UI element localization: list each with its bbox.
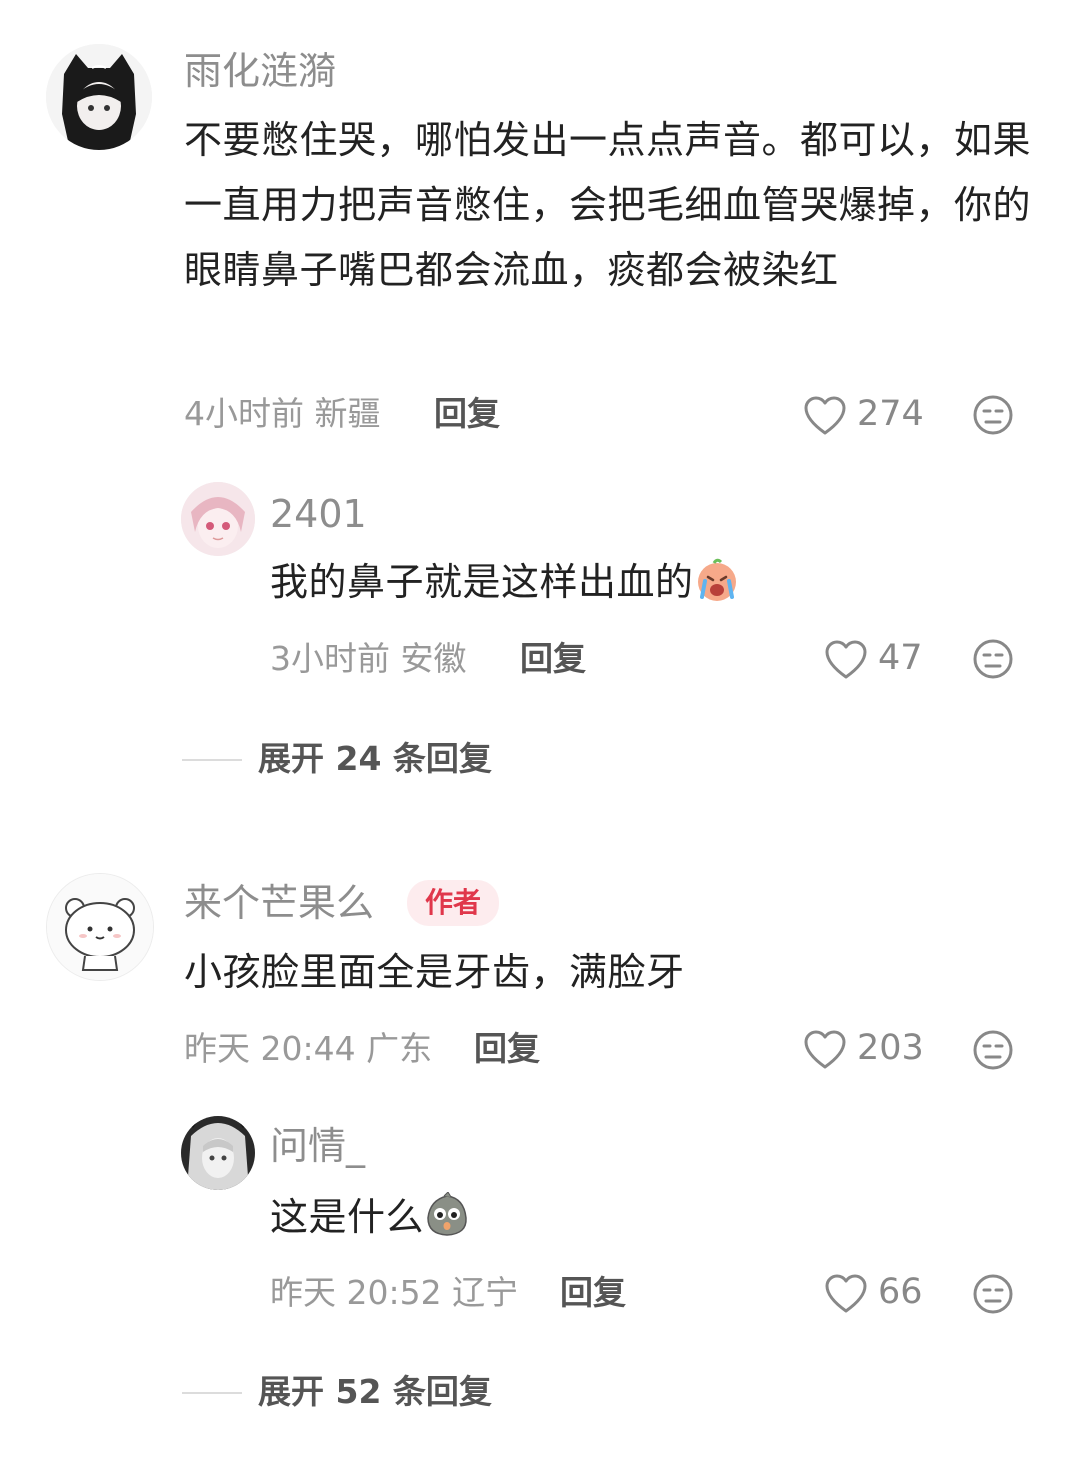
- like-button[interactable]: 47: [824, 637, 928, 683]
- reply-button[interactable]: 回复: [520, 642, 586, 675]
- expand-replies-button[interactable]: 展开 24 条回复: [182, 740, 542, 780]
- crying-face-emoji: [697, 558, 736, 601]
- divider: [182, 1392, 242, 1394]
- comment-text: 小孩脸里面全是牙齿，满脸牙: [184, 940, 1034, 1005]
- divider: [182, 759, 242, 761]
- expand-replies-label: 展开 52 条回复: [258, 1372, 492, 1411]
- shocked-bean-emoji: [427, 1192, 467, 1236]
- reply-button[interactable]: 回复: [560, 1276, 626, 1309]
- like-count: 47: [878, 638, 923, 678]
- avatar-image: [47, 874, 153, 980]
- reply-text-content: 这是什么: [270, 1195, 425, 1239]
- reply-text: 这是什么: [270, 1185, 1030, 1250]
- neutral-face-icon: [973, 1030, 1013, 1070]
- expand-replies-button[interactable]: 展开 52 条回复: [182, 1373, 542, 1413]
- comment-text-content: 小孩脸里面全是牙齿，满脸牙: [184, 950, 685, 994]
- comment-username[interactable]: 雨化涟漪: [184, 52, 336, 90]
- like-count: 203: [857, 1028, 924, 1068]
- dislike-button[interactable]: [972, 394, 1014, 436]
- avatar-image: [46, 44, 152, 150]
- author-badge: 作者: [407, 880, 500, 926]
- expand-replies-label: 展开 24 条回复: [258, 739, 492, 778]
- reply-time-location: 昨天 20:52 辽宁: [270, 1273, 519, 1312]
- neutral-face-icon: [973, 1274, 1013, 1314]
- like-count: 66: [878, 1272, 923, 1312]
- heart-icon: [804, 396, 846, 435]
- avatar[interactable]: [46, 44, 152, 150]
- like-button[interactable]: 66: [824, 1271, 928, 1317]
- reply-username[interactable]: 问情_: [270, 1127, 365, 1165]
- reply-username[interactable]: 2401: [270, 495, 367, 533]
- dislike-button[interactable]: [972, 638, 1014, 680]
- avatar[interactable]: [46, 873, 154, 981]
- comment-username[interactable]: 来个芒果么: [184, 884, 374, 922]
- comment-text-content: 不要憋住哭，哪怕发出一点点声音。都可以，如果一直用力把声音憋住，会把毛细血管哭爆…: [184, 118, 1032, 292]
- heart-icon: [825, 1274, 867, 1313]
- avatar-image: [181, 482, 255, 556]
- comment-time-location: 4小时前 新疆: [184, 394, 381, 433]
- reply-time-location: 3小时前 安徽: [270, 639, 467, 678]
- comment-text: 不要憋住哭，哪怕发出一点点声音。都可以，如果一直用力把声音憋住，会把毛细血管哭爆…: [184, 108, 1034, 303]
- avatar[interactable]: [181, 1116, 255, 1190]
- heart-icon: [804, 1030, 846, 1069]
- heart-icon: [825, 640, 867, 679]
- avatar[interactable]: [181, 482, 255, 556]
- reply-text: 我的鼻子就是这样出血的: [270, 550, 1030, 615]
- reply-button[interactable]: 回复: [474, 1032, 540, 1065]
- dislike-button[interactable]: [972, 1273, 1014, 1315]
- avatar-image: [181, 1116, 255, 1190]
- neutral-face-icon: [973, 395, 1013, 435]
- like-count: 274: [857, 394, 924, 434]
- like-button[interactable]: 274: [803, 393, 928, 439]
- dislike-button[interactable]: [972, 1029, 1014, 1071]
- reply-button[interactable]: 回复: [434, 397, 500, 430]
- reply-text-content: 我的鼻子就是这样出血的: [270, 560, 694, 604]
- comment-time-location: 昨天 20:44 广东: [184, 1029, 433, 1068]
- like-button[interactable]: 203: [803, 1027, 928, 1073]
- neutral-face-icon: [973, 639, 1013, 679]
